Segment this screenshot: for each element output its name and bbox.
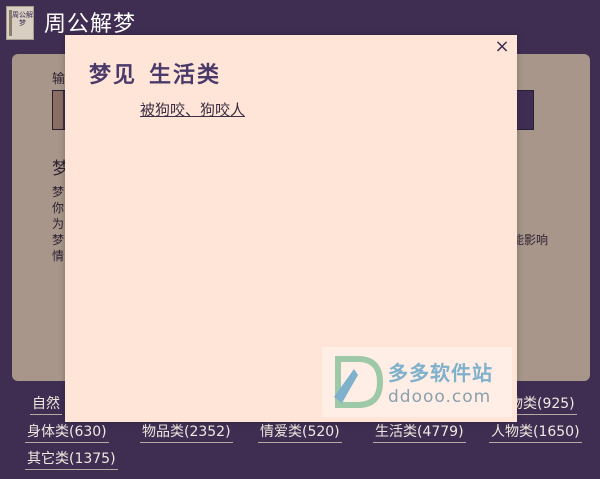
category-other[interactable]: 其它类(1375) (25, 446, 118, 470)
app-title: 周公解梦 (44, 12, 137, 37)
search-label: 输 (52, 72, 66, 87)
category-body[interactable]: 身体类(630) (25, 419, 109, 443)
close-icon[interactable]: × (493, 37, 511, 57)
watermark-en: ddooo.com (388, 387, 492, 407)
category-people[interactable]: 人物类(1650) (489, 419, 582, 443)
result-text-tail: 能影响 (512, 233, 549, 247)
watermark-logo-icon (334, 356, 384, 408)
category-nature[interactable]: 自然 (30, 391, 62, 415)
app-logo-icon: 周公解梦 (6, 6, 34, 40)
category-love[interactable]: 情爱类(520) (258, 419, 342, 443)
watermark-cn: 多多软件站 (388, 361, 493, 385)
watermark: 多多软件站 ddooo.com (322, 347, 512, 417)
dream-entry-link[interactable]: 被狗咬、狗咬人 (140, 99, 245, 120)
category-object[interactable]: 物品类(2352) (140, 419, 233, 443)
category-animal[interactable]: 物类(925) (507, 391, 577, 415)
logo-text: 周公解梦 (12, 11, 33, 27)
dialog-title: 梦见 生活类 (89, 57, 233, 89)
dialog-title-prefix: 梦见 (89, 63, 138, 88)
category-life[interactable]: 生活类(4779) (373, 419, 466, 443)
dialog-title-category: 生活类 (149, 63, 222, 88)
